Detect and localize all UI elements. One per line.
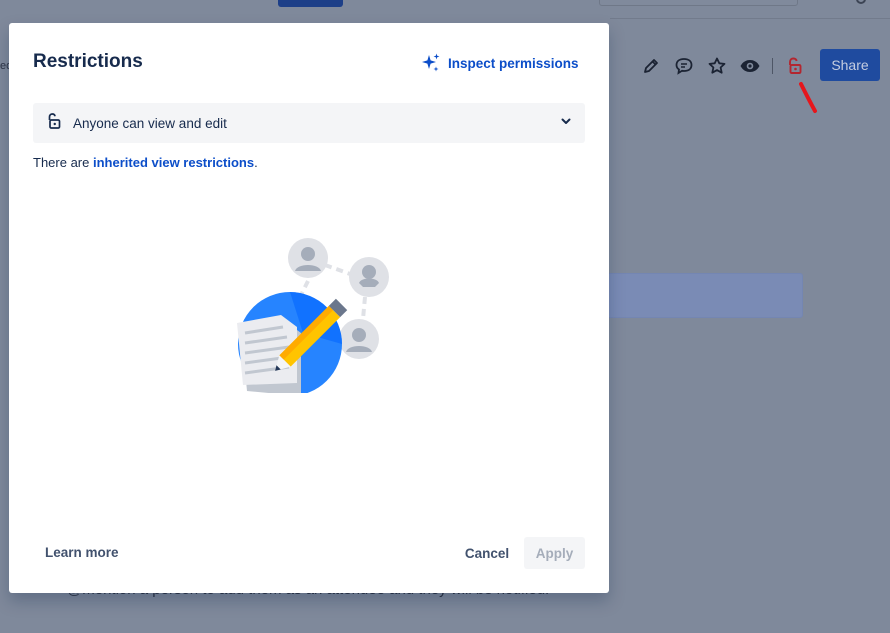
- background-divider: [610, 18, 890, 19]
- restrictions-dialog: Restrictions Inspect permissions Anyone …: [9, 23, 609, 593]
- background-search-field: [599, 0, 798, 6]
- restriction-select[interactable]: Anyone can view and edit: [33, 103, 585, 143]
- unlock-icon: [45, 112, 63, 135]
- sparkle-icon: [422, 53, 440, 72]
- page-toolbar: [640, 50, 816, 82]
- inherited-restrictions-text: There are inherited view restrictions.: [33, 155, 258, 170]
- red-annotation-mark: [799, 82, 817, 113]
- eye-icon[interactable]: [739, 55, 761, 77]
- apply-button[interactable]: Apply: [524, 537, 585, 569]
- share-button[interactable]: Share: [820, 49, 880, 81]
- background-help-icon: [856, 0, 866, 4]
- star-icon[interactable]: [706, 55, 728, 77]
- comment-icon[interactable]: [673, 55, 695, 77]
- dialog-title: Restrictions: [33, 51, 143, 72]
- restriction-select-value: Anyone can view and edit: [73, 115, 227, 131]
- inspect-permissions-button[interactable]: Inspect permissions: [420, 52, 579, 74]
- background-top-button: [278, 0, 343, 7]
- unlock-icon[interactable]: [783, 55, 805, 77]
- background-info-panel: [606, 273, 803, 318]
- toolbar-separator: [772, 58, 773, 74]
- inherited-restrictions-link[interactable]: inherited view restrictions: [93, 155, 254, 170]
- learn-more-link[interactable]: Learn more: [45, 545, 119, 560]
- inherited-suffix: .: [254, 155, 258, 170]
- restrictions-illustration: [237, 238, 389, 393]
- chevron-down-icon: [559, 114, 573, 133]
- inspect-permissions-label: Inspect permissions: [448, 55, 579, 71]
- cancel-button[interactable]: Cancel: [459, 537, 515, 569]
- pencil-icon[interactable]: [640, 55, 662, 77]
- inherited-prefix: There are: [33, 155, 93, 170]
